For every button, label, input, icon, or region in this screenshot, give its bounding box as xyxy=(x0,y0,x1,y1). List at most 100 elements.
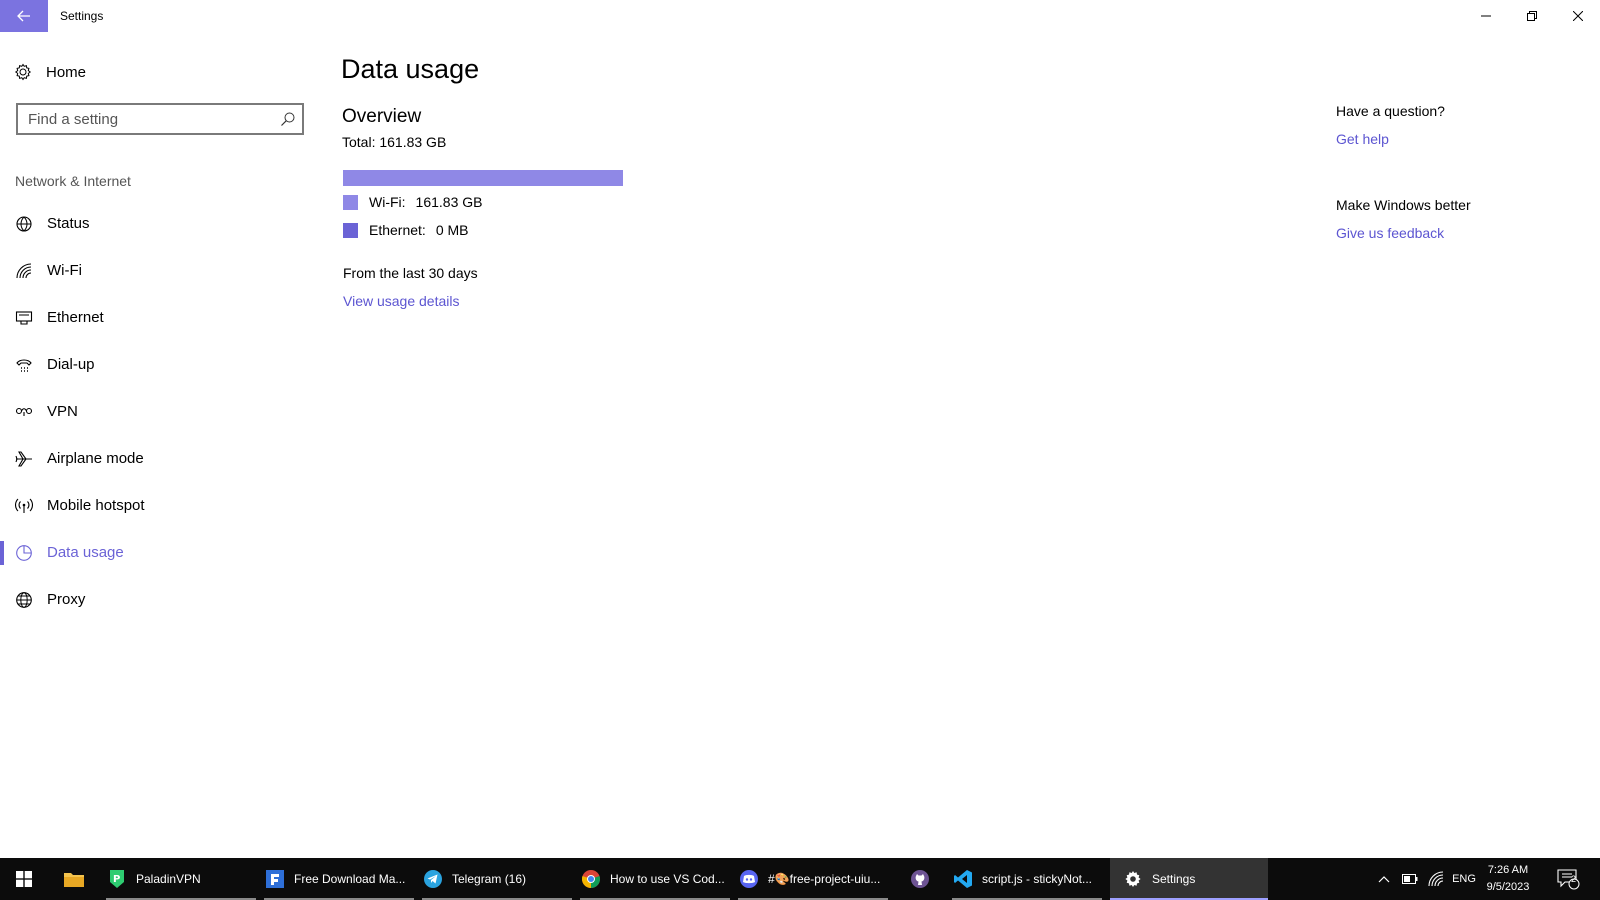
sidebar-item-label: Ethernet xyxy=(47,309,104,326)
search-box xyxy=(16,103,304,135)
group-header: Network & Internet xyxy=(15,173,131,189)
taskbar-app-label: How to use VS Cod... xyxy=(610,872,725,886)
sidebar-item-data-usage[interactable]: Data usage xyxy=(0,533,320,573)
taskbar-app-chrome[interactable]: How to use VS Cod... xyxy=(580,858,730,900)
vpn-icon xyxy=(15,407,33,416)
view-usage-details-link[interactable]: View usage details xyxy=(343,293,459,309)
action-center-button[interactable]: 2 xyxy=(1548,858,1588,900)
taskbar-app-paladinvpn[interactable]: P PaladinVPN xyxy=(106,858,256,900)
sidebar-item-wifi[interactable]: Wi-Fi xyxy=(0,251,320,291)
taskbar-app-vscode[interactable]: script.js - stickyNot... xyxy=(952,858,1102,900)
chevron-up-icon xyxy=(1378,876,1390,883)
battery-icon xyxy=(1402,874,1418,884)
language-indicator[interactable]: ENG xyxy=(1448,858,1480,900)
taskbar-app-discord[interactable]: #🎨free-project-uiu... xyxy=(738,858,888,900)
network-button[interactable] xyxy=(1424,858,1448,900)
page-title: Data usage xyxy=(341,54,480,84)
taskbar-app-label: Telegram (16) xyxy=(452,872,527,886)
discord-icon xyxy=(738,868,760,890)
sidebar-item-label: Status xyxy=(47,215,90,232)
sidebar-item-vpn[interactable]: VPN xyxy=(0,392,320,432)
legend-label: Ethernet: xyxy=(369,222,426,238)
taskbar-app-label: #🎨free-project-uiu... xyxy=(768,872,881,886)
window-title: Settings xyxy=(60,9,104,23)
sidebar: Home Network & Internet Status Wi-Fi Eth… xyxy=(0,32,320,858)
vscode-icon xyxy=(952,868,974,890)
windows-logo-icon xyxy=(16,871,32,887)
minimize-button[interactable] xyxy=(1463,0,1509,32)
show-hidden-icons-button[interactable] xyxy=(1372,858,1396,900)
back-arrow-icon xyxy=(17,10,30,22)
close-button[interactable] xyxy=(1555,0,1600,32)
sidebar-item-dialup[interactable]: Dial-up xyxy=(0,345,320,385)
legend-value: 161.83 GB xyxy=(415,194,483,210)
wifi-usage-fill xyxy=(343,170,623,186)
clock-time: 7:26 AM xyxy=(1487,864,1529,876)
taskbar-app-label: Settings xyxy=(1152,872,1196,886)
pie-chart-icon xyxy=(16,545,32,561)
sidebar-item-label: Mobile hotspot xyxy=(47,497,145,514)
folder-icon xyxy=(64,873,84,887)
ethernet-swatch xyxy=(343,222,358,238)
battery-button[interactable] xyxy=(1398,858,1422,900)
question-heading: Have a question? xyxy=(1336,103,1445,119)
sidebar-item-label: Dial-up xyxy=(47,356,95,373)
wifi-icon xyxy=(16,263,32,279)
legend-label: Wi-Fi: xyxy=(369,194,406,210)
give-feedback-link[interactable]: Give us feedback xyxy=(1336,225,1444,241)
search-icon[interactable] xyxy=(280,111,296,127)
legend-value: 0 MB xyxy=(435,222,469,238)
status-icon xyxy=(16,216,32,232)
get-help-link[interactable]: Get help xyxy=(1336,131,1389,147)
search-input[interactable] xyxy=(18,105,268,133)
wifi-icon xyxy=(1428,871,1444,887)
gear-icon xyxy=(14,63,32,81)
taskbar-app-github[interactable] xyxy=(896,858,944,900)
start-button[interactable] xyxy=(0,858,48,900)
clock[interactable]: 7:26 AM 9/5/2023 xyxy=(1478,862,1538,896)
notification-icon xyxy=(1557,869,1580,890)
paladinvpn-icon: P xyxy=(106,868,128,890)
restore-button[interactable] xyxy=(1509,0,1555,32)
telegram-icon xyxy=(422,868,444,890)
sidebar-item-label: Airplane mode xyxy=(47,450,144,467)
feedback-heading: Make Windows better xyxy=(1336,197,1471,213)
gear-icon xyxy=(1122,868,1144,890)
overview-heading: Overview xyxy=(342,106,422,127)
sidebar-item-label: VPN xyxy=(47,403,78,420)
legend-ethernet: Ethernet: 0 MB xyxy=(343,221,469,239)
sidebar-item-label: Data usage xyxy=(47,544,124,561)
fdm-icon xyxy=(264,868,286,890)
sidebar-item-label: Proxy xyxy=(47,591,86,608)
sidebar-item-status[interactable]: Status xyxy=(0,204,320,244)
hotspot-icon xyxy=(15,498,33,513)
airplane-icon xyxy=(15,451,32,467)
taskbar-app-label: script.js - stickyNot... xyxy=(982,872,1093,886)
taskbar-app-fdm[interactable]: Free Download Ma... xyxy=(264,858,414,900)
home-label: Home xyxy=(46,63,87,81)
taskbar: P PaladinVPN Free Download Ma... Telegra… xyxy=(0,858,1600,900)
globe-icon xyxy=(16,592,32,608)
sidebar-item-proxy[interactable]: Proxy xyxy=(0,580,320,620)
title-bar: Settings xyxy=(0,0,1600,32)
sidebar-item-label: Wi-Fi xyxy=(47,262,82,279)
taskbar-app-label: PaladinVPN xyxy=(136,872,201,886)
back-button[interactable] xyxy=(0,0,48,32)
file-explorer-button[interactable] xyxy=(50,858,98,900)
sidebar-item-airplane-mode[interactable]: Airplane mode xyxy=(0,439,320,479)
total-usage: Total: 161.83 GB xyxy=(342,134,447,150)
active-indicator xyxy=(0,541,4,565)
period-text: From the last 30 days xyxy=(343,265,478,281)
clock-date: 9/5/2023 xyxy=(1486,881,1530,893)
svg-text:P: P xyxy=(113,874,120,885)
restore-icon xyxy=(1527,11,1537,21)
chrome-icon xyxy=(580,868,602,890)
legend-wifi: Wi-Fi: 161.83 GB xyxy=(343,193,482,211)
taskbar-app-settings[interactable]: Settings xyxy=(1110,858,1268,900)
home-link[interactable]: Home xyxy=(14,60,86,84)
sidebar-item-mobile-hotspot[interactable]: Mobile hotspot xyxy=(0,486,320,526)
wifi-swatch xyxy=(343,194,358,210)
taskbar-app-label: Free Download Ma... xyxy=(294,872,406,886)
sidebar-item-ethernet[interactable]: Ethernet xyxy=(0,298,320,338)
taskbar-app-telegram[interactable]: Telegram (16) xyxy=(422,858,572,900)
